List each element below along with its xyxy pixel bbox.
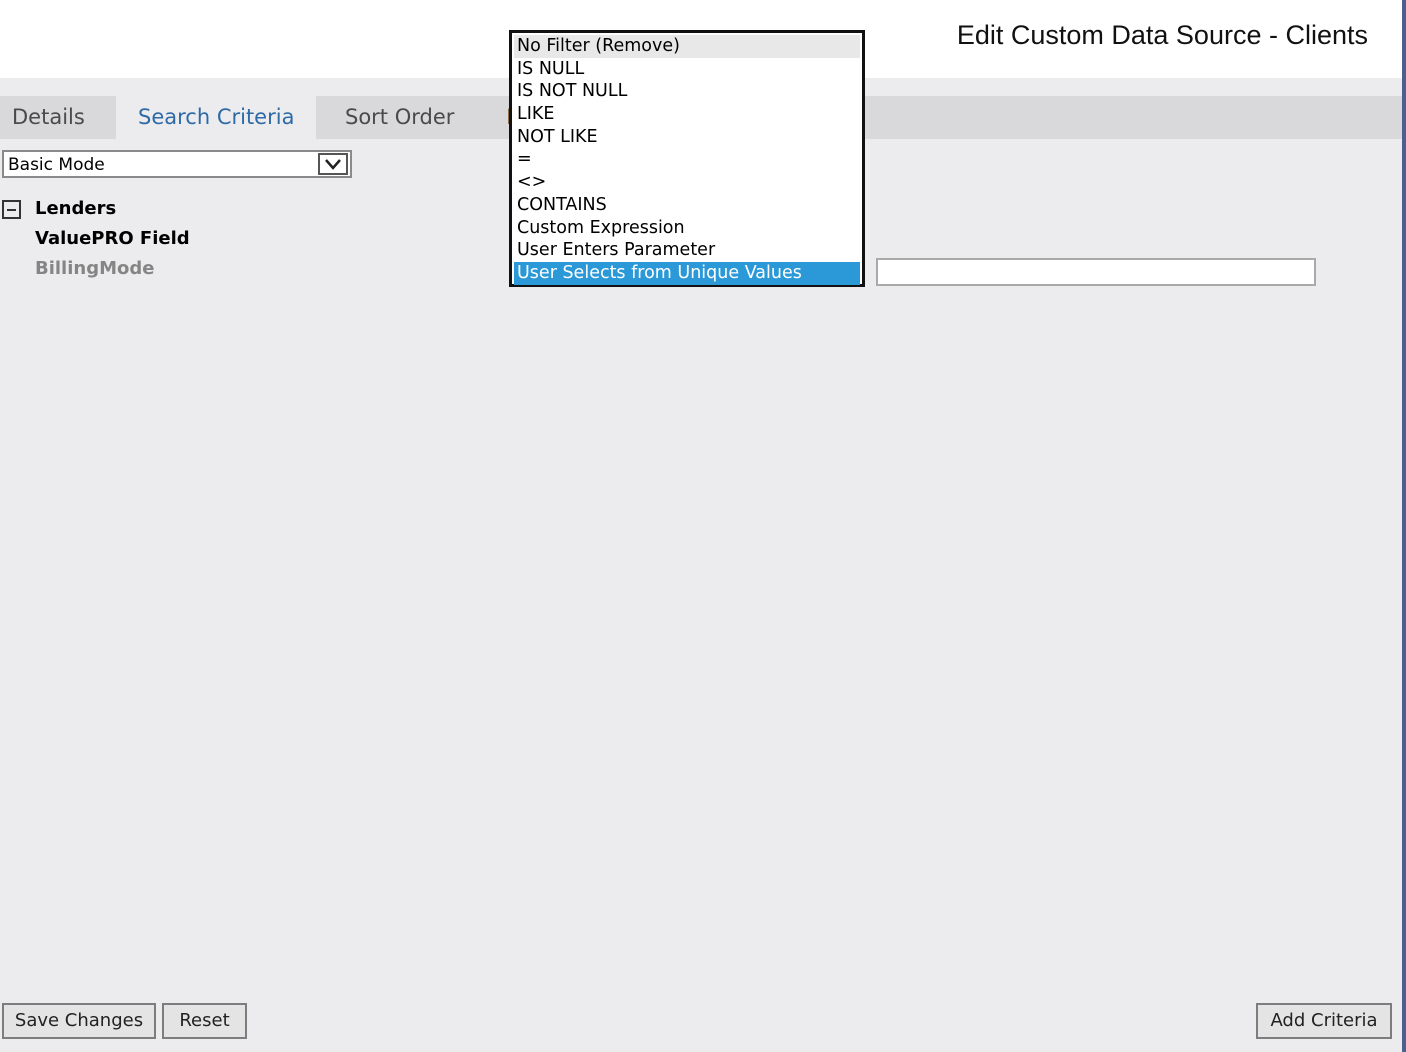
collapse-icon[interactable]: [2, 200, 21, 219]
operator-option[interactable]: Custom Expression: [514, 217, 860, 240]
operator-option[interactable]: IS NOT NULL: [514, 80, 860, 103]
field-name: BillingMode: [35, 258, 155, 279]
operator-option[interactable]: LIKE: [514, 103, 860, 126]
window-border: [1402, 0, 1406, 1052]
operator-option[interactable]: NOT LIKE: [514, 126, 860, 149]
mode-select-value: Basic Mode: [8, 155, 105, 175]
chevron-down-icon[interactable]: [318, 153, 348, 175]
tab-search-criteria[interactable]: Search Criteria: [116, 96, 316, 139]
criteria-value-input[interactable]: [876, 258, 1316, 286]
operator-option[interactable]: =: [514, 148, 860, 171]
mode-select[interactable]: Basic Mode: [2, 150, 352, 178]
save-changes-button[interactable]: Save Changes: [2, 1003, 156, 1039]
operator-option[interactable]: No Filter (Remove): [514, 35, 860, 58]
reset-button[interactable]: Reset: [162, 1003, 247, 1039]
page-title: Edit Custom Data Source - Clients: [956, 20, 1368, 50]
operator-dropdown-list[interactable]: No Filter (Remove) IS NULL IS NOT NULL L…: [509, 30, 865, 287]
operator-option[interactable]: User Enters Parameter: [514, 239, 860, 262]
field-column-header: ValuePRO Field: [35, 228, 190, 249]
operator-option[interactable]: CONTAINS: [514, 194, 860, 217]
tab-details[interactable]: Details: [0, 96, 116, 139]
tab-sort-order[interactable]: Sort Order: [333, 96, 503, 139]
operator-option[interactable]: IS NULL: [514, 58, 860, 81]
tree-group-label: Lenders: [35, 198, 117, 219]
add-criteria-button[interactable]: Add Criteria: [1256, 1003, 1392, 1039]
operator-option[interactable]: <>: [514, 171, 860, 194]
operator-option-selected[interactable]: User Selects from Unique Values: [514, 261, 860, 285]
